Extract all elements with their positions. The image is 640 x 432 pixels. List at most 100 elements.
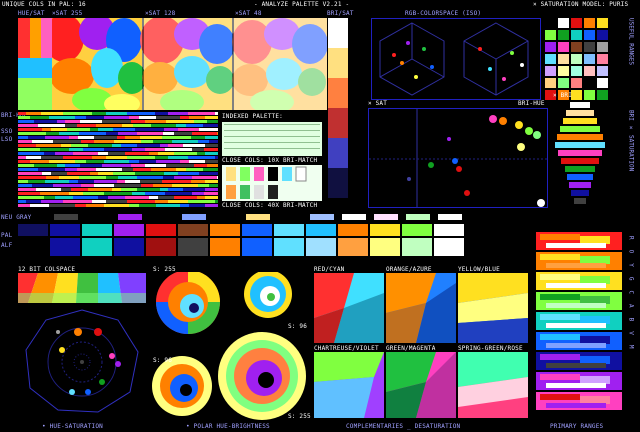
- primary-range-band: [540, 394, 580, 400]
- stripe-segment: [139, 204, 156, 207]
- indexed-palette-grid[interactable]: [222, 122, 322, 156]
- palette-cell[interactable]: [558, 30, 569, 40]
- bri-bar: [558, 150, 602, 156]
- spring-rose-graphic: [458, 352, 528, 418]
- palette-grid-graphic[interactable]: [545, 18, 609, 102]
- pal-swatch: [306, 224, 336, 236]
- stripe-segment: [78, 136, 94, 139]
- stripe-segment: [205, 180, 218, 183]
- stripe-segment: [168, 112, 188, 115]
- stripe-segment: [186, 168, 203, 171]
- stripe-segment: [30, 116, 49, 119]
- palette-cell[interactable]: [545, 30, 556, 40]
- stripe-segment: [113, 172, 135, 175]
- stripe-segment: [125, 196, 149, 199]
- palette-cell[interactable]: [584, 90, 595, 100]
- pal-swatch: [82, 224, 112, 236]
- stripe-segment: [192, 176, 217, 179]
- primary-range-band: [546, 263, 606, 268]
- stripe-segment: [183, 144, 205, 147]
- palette-cell[interactable]: [545, 18, 556, 28]
- stripe-segment: [205, 144, 218, 147]
- palette-cell[interactable]: [597, 78, 608, 88]
- colspace-12bit-panel: [18, 273, 146, 303]
- orange-azure-panel: [386, 273, 456, 343]
- palette-cell[interactable]: [558, 42, 569, 52]
- palette-cell[interactable]: [584, 42, 595, 52]
- palette-cell[interactable]: [597, 66, 608, 76]
- palette-cell[interactable]: [545, 78, 556, 88]
- palette-cell[interactable]: [571, 66, 582, 76]
- stripe-segment: [61, 144, 71, 147]
- stripe-segment: [45, 180, 69, 183]
- pal-swatch: [18, 224, 48, 236]
- palette-cell[interactable]: [584, 54, 595, 64]
- stripe-segment: [32, 184, 53, 187]
- indexed-palette-graphic[interactable]: [222, 122, 322, 156]
- pal-swatch: [434, 224, 464, 236]
- stripe-segment: [69, 180, 78, 183]
- stripe-segment: [106, 200, 127, 203]
- palette-cell[interactable]: [584, 66, 595, 76]
- palette-cell[interactable]: [571, 18, 582, 28]
- bri-bar: [567, 174, 593, 180]
- palette-cell[interactable]: [597, 30, 608, 40]
- bri-bar: [571, 190, 589, 196]
- analyze-palette-window: UNIQUE COLS IN PAL: 16 - ANALYZE PALETTE…: [0, 0, 640, 432]
- stripe-segment: [96, 124, 122, 127]
- primary-range-band: [546, 343, 606, 348]
- stripe-segment: [86, 204, 104, 207]
- stripe-segment: [172, 140, 198, 143]
- palette-cell[interactable]: [584, 78, 595, 88]
- colspace-12bit-graphic: [18, 273, 146, 303]
- alf-swatch: [434, 238, 464, 256]
- palette-swatch-row[interactable]: [18, 212, 530, 260]
- stripe-segment: [166, 164, 194, 167]
- s255-label-b: S: 255: [288, 413, 311, 420]
- palette-cell[interactable]: [584, 30, 595, 40]
- palette-cell[interactable]: [597, 90, 608, 100]
- stripe-segment: [65, 164, 80, 167]
- palette-cell[interactable]: [597, 18, 608, 28]
- stripe-segment: [191, 136, 205, 139]
- palette-swatch-row-graphic[interactable]: [18, 212, 530, 260]
- sat-axis-label: × SAT: [368, 100, 388, 107]
- palette-cell[interactable]: [571, 90, 582, 100]
- primary-range-band: [540, 234, 580, 240]
- stripe-segment: [215, 200, 218, 203]
- palette-cell[interactable]: [571, 42, 582, 52]
- palette-cell[interactable]: [558, 54, 569, 64]
- palette-cell[interactable]: [558, 66, 569, 76]
- palette-cell[interactable]: [584, 18, 595, 28]
- stripe-segment: [151, 124, 176, 127]
- alf-swatch: [242, 238, 272, 256]
- polar-wheel-4: [218, 332, 306, 420]
- pal-swatch: [274, 224, 304, 236]
- palette-cell[interactable]: [597, 42, 608, 52]
- palette-cell[interactable]: [597, 54, 608, 64]
- palette-cell[interactable]: [571, 30, 582, 40]
- bri-bar: [563, 118, 597, 124]
- stripe-segment: [139, 116, 156, 119]
- stripe-segment: [189, 204, 205, 207]
- stripe-segment: [131, 120, 145, 123]
- stripe-segment: [166, 120, 194, 123]
- polar-hue-brightness-panel: [150, 272, 310, 422]
- primary-range-band: [580, 396, 610, 404]
- hue-sat-label: HUE/SAT: [18, 10, 45, 17]
- palette-cell[interactable]: [545, 54, 556, 64]
- palette-cell[interactable]: [558, 18, 569, 28]
- saturation-model-label[interactable]: × SATURATION MODEL: PURIS: [533, 1, 628, 8]
- stripe-segment: [63, 200, 92, 203]
- stripe-segment: [78, 180, 94, 183]
- stripe-segment: [28, 180, 45, 183]
- s96-label-b: S: 96: [153, 357, 173, 364]
- palette-cell[interactable]: [545, 66, 556, 76]
- stripe-segment: [122, 168, 133, 171]
- palette-cell[interactable]: [571, 78, 582, 88]
- palette-cell[interactable]: [558, 78, 569, 88]
- palette-cell[interactable]: [571, 54, 582, 64]
- stripe-segment: [18, 132, 46, 135]
- palette-cell[interactable]: [545, 42, 556, 52]
- palette-grid[interactable]: [545, 18, 609, 102]
